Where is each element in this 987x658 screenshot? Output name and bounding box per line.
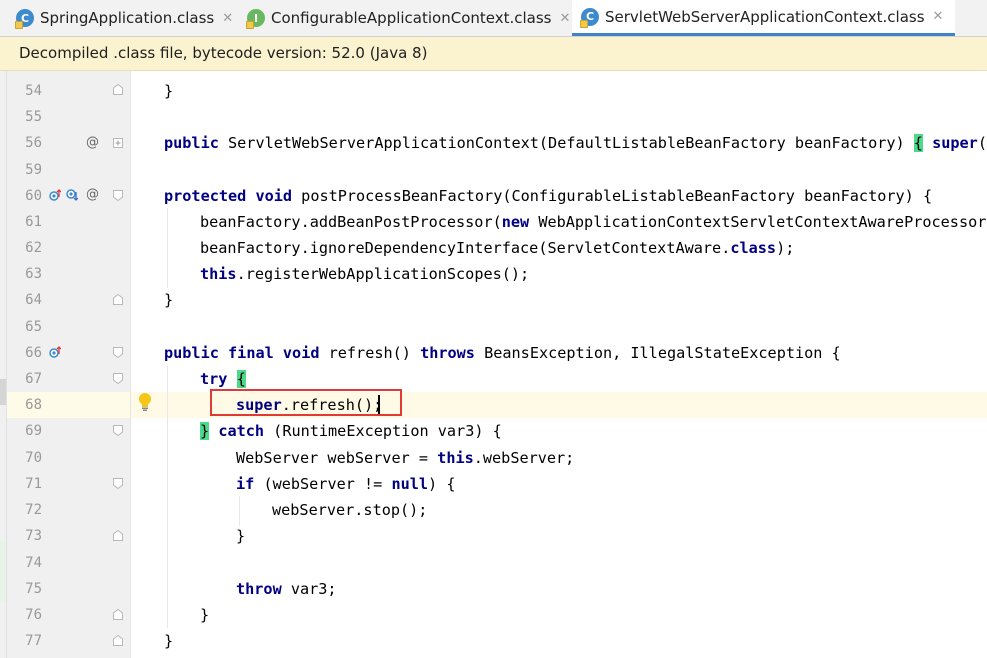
indent-guide — [167, 366, 168, 628]
line-number: 56 — [25, 135, 42, 151]
interface-icon: I — [246, 9, 265, 29]
fold-start-icon[interactable] — [113, 190, 123, 201]
folded-region: { — [913, 134, 923, 152]
highlight-box — [210, 389, 402, 416]
line-number: 59 — [25, 162, 42, 178]
close-icon[interactable]: ✕ — [560, 11, 571, 26]
code-line-54: } — [164, 82, 174, 100]
fold-start-icon[interactable] — [113, 347, 123, 358]
fold-end-icon[interactable] — [113, 635, 123, 646]
line-number: 64 — [25, 292, 42, 308]
code-line-76: } — [200, 606, 210, 624]
line-number: 54 — [25, 83, 42, 99]
annotation-at-icon[interactable]: @ — [86, 135, 99, 151]
line-number: 77 — [25, 633, 42, 649]
line-number: 60 — [25, 188, 42, 204]
code-line-72: webServer.stop(); — [272, 501, 428, 519]
fold-end-icon[interactable] — [113, 609, 123, 620]
line-number: 67 — [25, 371, 42, 387]
fold-start-icon[interactable] — [113, 373, 123, 384]
class-icon: C — [15, 9, 34, 29]
code-line-63: this.registerWebApplicationScopes(); — [200, 265, 530, 283]
close-icon[interactable]: ✕ — [222, 11, 233, 26]
tab-label: SpringApplication.class — [40, 9, 215, 27]
line-number: 75 — [25, 581, 42, 597]
overrides-method-icon[interactable] — [49, 346, 61, 358]
code-line-64: } — [164, 291, 174, 309]
tab-label: ServletWebServerApplicationContext.class — [605, 7, 925, 26]
line-number: 68 — [25, 397, 42, 413]
code-line-62: beanFactory.ignoreDependencyInterface(Se… — [200, 239, 795, 257]
fold-start-icon[interactable] — [113, 425, 123, 436]
fold-end-icon[interactable] — [113, 84, 123, 95]
line-number: 70 — [25, 450, 42, 466]
tab-configurable-application-context[interactable]: I ConfigurableApplicationContext.class ✕ — [246, 0, 571, 36]
code-line-60: protected void postProcessBeanFactory(Co… — [164, 187, 933, 205]
code-line-69: } catch (RuntimeException var3) { — [200, 422, 502, 440]
gutter-separator — [130, 71, 131, 658]
indent-guide — [167, 208, 168, 288]
code-line-61: beanFactory.addBeanPostProcessor(new Web… — [200, 213, 987, 231]
line-number: 72 — [25, 502, 42, 518]
overrides-method-icon[interactable] — [49, 189, 61, 201]
code-line-66: public final void refresh() throws Beans… — [164, 344, 841, 362]
line-number: 63 — [25, 266, 42, 282]
indent-guide — [239, 496, 240, 526]
code-line-73: } — [236, 527, 246, 545]
line-number: 62 — [25, 240, 42, 256]
line-number: 61 — [25, 214, 42, 230]
annotation-at-icon[interactable]: @ — [86, 187, 99, 203]
code-line-75: throw var3; — [236, 580, 337, 598]
code-line-70: WebServer webServer = this.webServer; — [236, 449, 575, 467]
class-icon: C — [580, 7, 599, 28]
line-number: 73 — [25, 528, 42, 544]
line-number: 65 — [25, 319, 42, 335]
code-line-77: } — [164, 632, 174, 650]
tab-spring-application[interactable]: C SpringApplication.class ✕ — [15, 0, 233, 36]
tab-label: ConfigurableApplicationContext.class — [271, 9, 552, 27]
decompiled-banner: Decompiled .class file, bytecode version… — [0, 37, 987, 71]
fold-end-icon[interactable] — [113, 530, 123, 541]
intention-bulb-icon[interactable] — [138, 392, 152, 412]
matched-brace: { — [236, 370, 246, 388]
code-line-56: public ServletWebServerApplicationContex… — [164, 134, 987, 152]
implemented-method-icon[interactable] — [66, 189, 78, 201]
fold-collapsed-icon[interactable] — [113, 138, 123, 149]
close-icon[interactable]: ✕ — [933, 9, 944, 24]
tab-servlet-web-server-application-context[interactable]: C ServletWebServerApplicationContext.cla… — [572, 0, 956, 36]
line-number: 74 — [25, 555, 42, 571]
line-number: 55 — [25, 109, 42, 125]
line-number: 76 — [25, 607, 42, 623]
line-number: 66 — [25, 345, 42, 361]
matched-brace: } — [200, 422, 210, 440]
editor-tab-bar: C SpringApplication.class ✕ I Configurab… — [0, 0, 987, 37]
line-number: 71 — [25, 476, 42, 492]
code-line-71: if (webServer != null) { — [236, 475, 456, 493]
fold-end-icon[interactable] — [113, 294, 123, 305]
fold-start-icon[interactable] — [113, 478, 123, 489]
line-number: 69 — [25, 423, 42, 439]
